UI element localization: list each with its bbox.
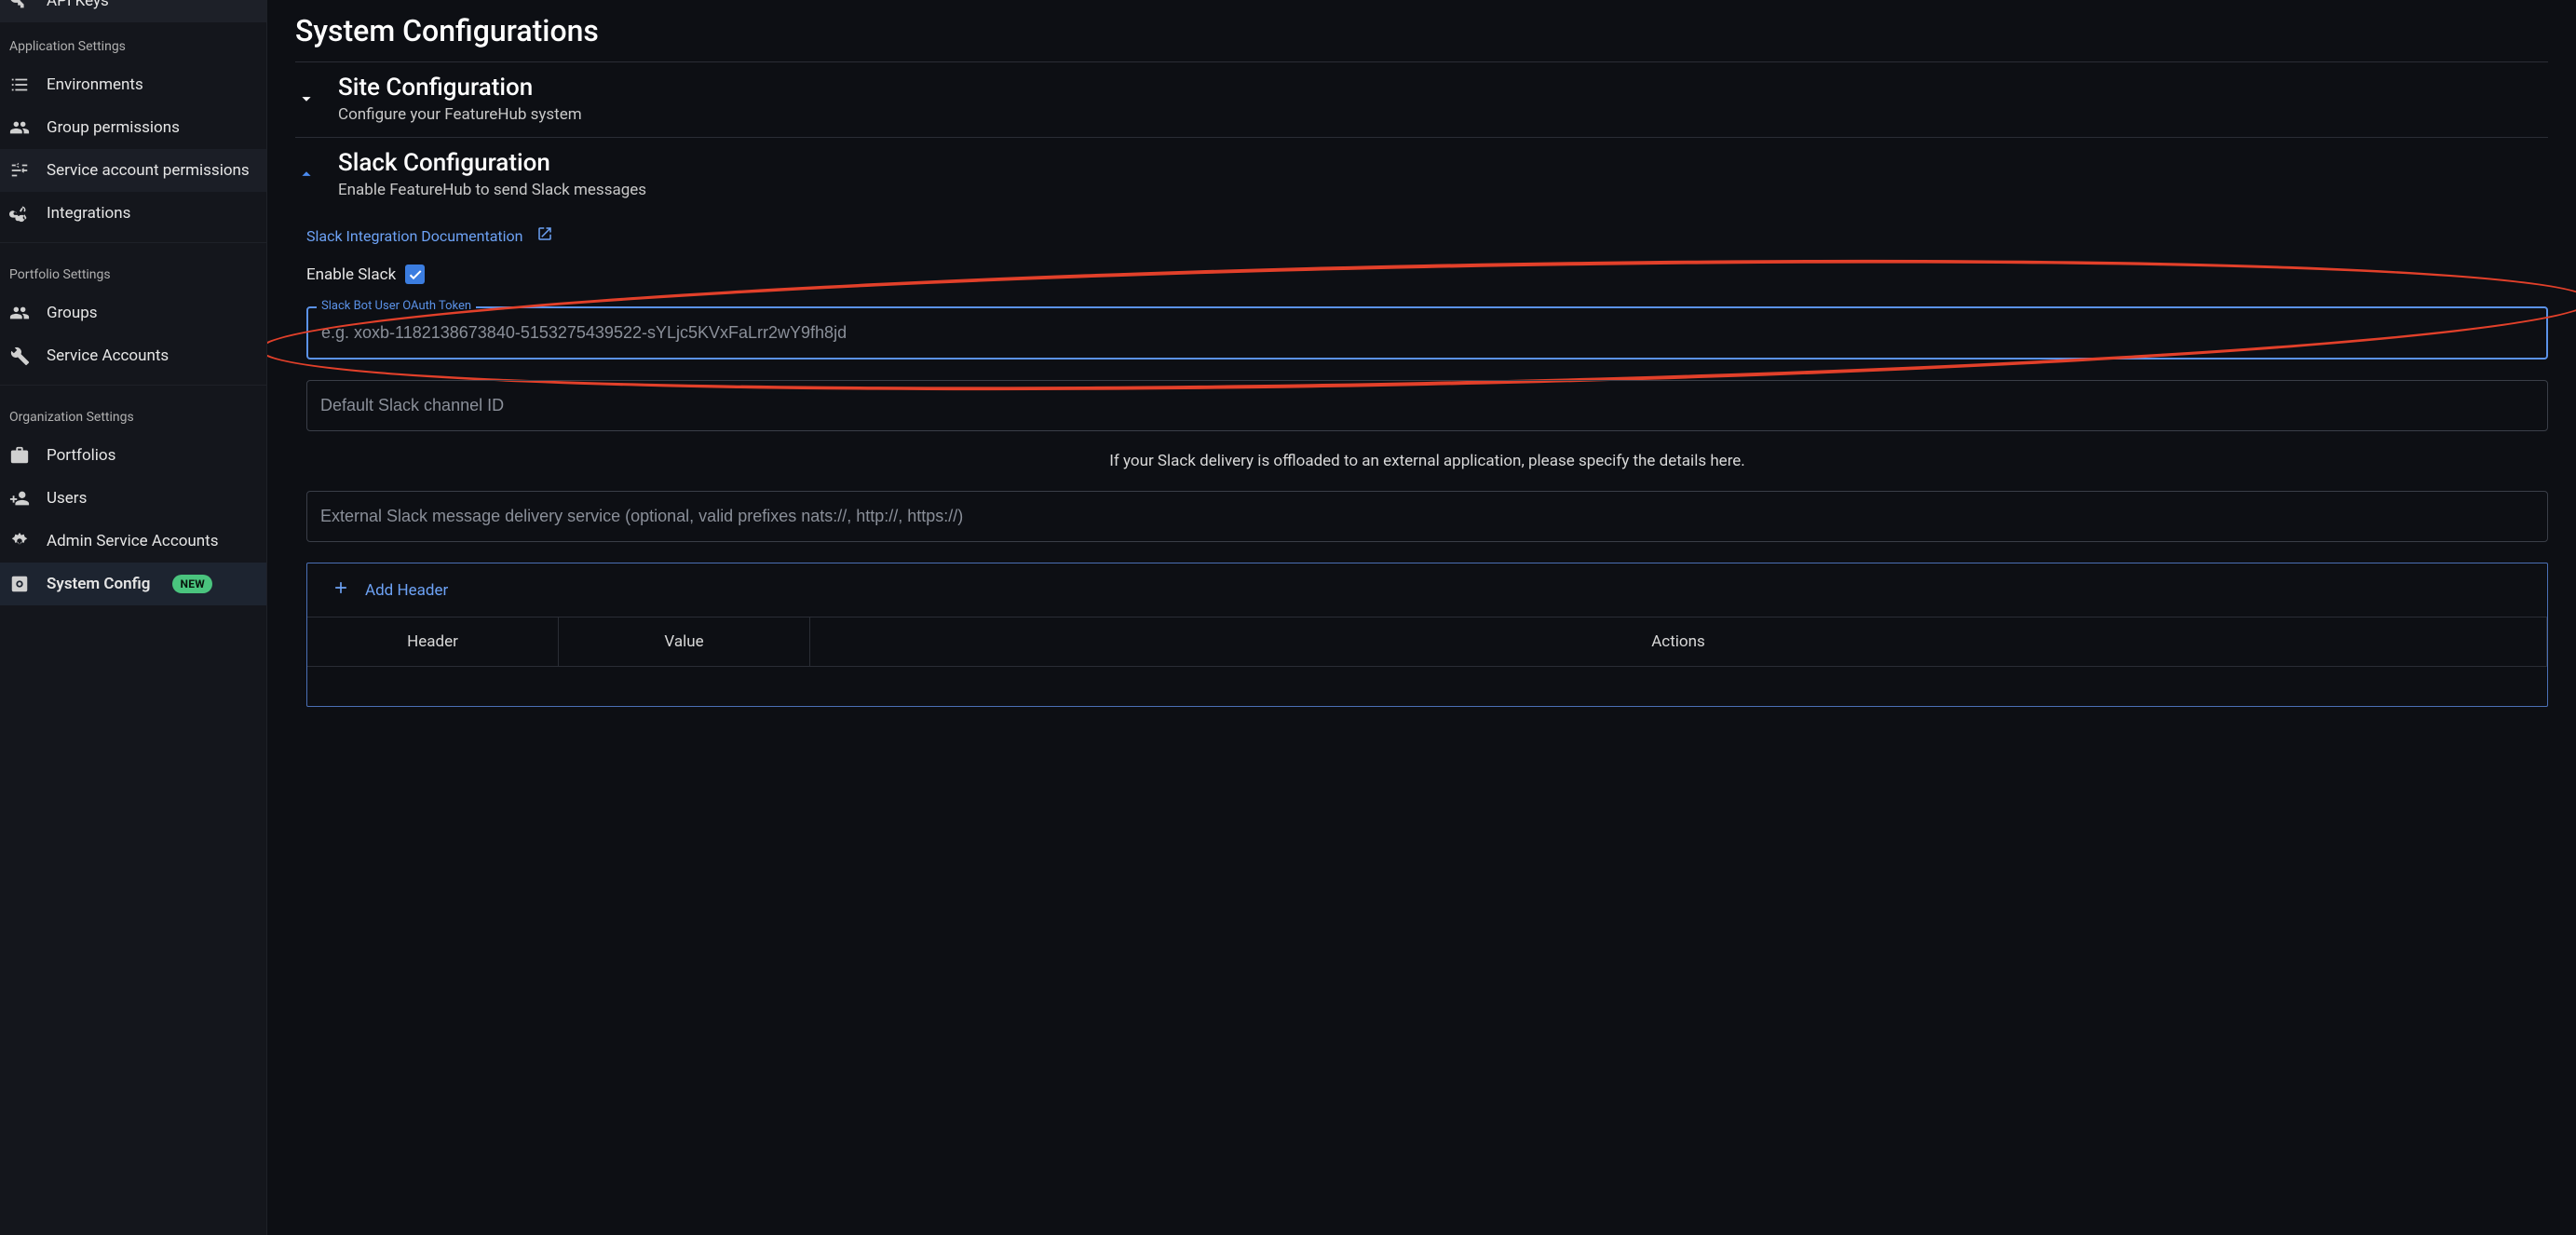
sidebar-section-app: Application Settings Environments Group … [0,22,266,243]
th-value: Value [559,618,810,667]
sidebar: API Keys Application Settings Environmen… [0,0,267,1235]
accordion-subtitle: Enable FeatureHub to send Slack messages [338,181,646,199]
add-header-button[interactable]: Add Header [307,563,2547,618]
key-icon [9,0,30,11]
slack-documentation-link[interactable]: Slack Integration Documentation [306,225,553,246]
channel-id-field [306,380,2548,431]
sidebar-item-api-keys[interactable]: API Keys [0,0,266,22]
sidebar-item-integrations[interactable]: Integrations [0,192,266,235]
offload-hint: If your Slack delivery is offloaded to a… [306,452,2548,470]
page-title: System Configurations [295,13,2548,48]
sidebar-item-label: Group permissions [47,118,180,137]
doc-link-label: Slack Integration Documentation [306,227,523,245]
accordion-header-site[interactable]: Site Configuration Configure your Featur… [295,62,2548,137]
oauth-token-field: Slack Bot User OAuth Token [306,306,2548,360]
headers-box: Add Header Header Value Actions [306,563,2548,707]
accordion-title-block: Site Configuration Configure your Featur… [338,74,582,124]
sidebar-section-title: Portfolio Settings [0,251,266,292]
sidebar-item-label: Users [47,489,87,508]
accordion-body: Slack Integration Documentation Enable S… [295,212,2548,718]
accordion-title: Site Configuration [338,74,582,102]
wrench-icon [9,346,30,366]
th-actions: Actions [810,618,2547,667]
tune-icon [9,160,30,181]
external-delivery-field [306,491,2548,542]
sidebar-item-groups[interactable]: Groups [0,292,266,334]
sidebar-section-title: Application Settings [0,22,266,63]
sidebar-item-label: Service account permissions [47,161,250,180]
briefcase-icon [9,445,30,466]
headers-table: Header Value Actions [307,618,2547,706]
enable-slack-checkbox[interactable] [405,265,425,284]
external-delivery-input[interactable] [306,491,2548,542]
main-content: System Configurations Site Configuration… [267,0,2576,1235]
enable-slack-row: Enable Slack [306,265,2548,284]
sidebar-item-label: System Config [47,575,150,593]
user-plus-icon [9,488,30,509]
accordion-slack-config: Slack Configuration Enable FeatureHub to… [295,137,2548,718]
channel-id-input[interactable] [306,380,2548,431]
oauth-token-label: Slack Bot User OAuth Token [317,299,476,313]
sidebar-item-admin-service-accounts[interactable]: Admin Service Accounts [0,520,266,563]
group-icon [9,117,30,138]
accordion-site-config: Site Configuration Configure your Featur… [295,61,2548,137]
chevron-up-icon [295,164,318,184]
oauth-token-input[interactable] [306,306,2548,360]
th-header: Header [307,618,559,667]
groups-icon [9,303,30,323]
sidebar-item-system-config[interactable]: System Config NEW [0,563,266,605]
sidebar-item-label: Service Accounts [47,346,169,365]
add-header-label: Add Header [365,581,448,600]
sidebar-item-label: Portfolios [47,446,115,465]
sidebar-item-users[interactable]: Users [0,477,266,520]
sidebar-item-environments[interactable]: Environments [0,63,266,106]
list-icon [9,75,30,95]
plus-icon [332,578,350,602]
sidebar-item-service-accounts[interactable]: Service Accounts [0,334,266,377]
new-badge: NEW [172,575,212,593]
sidebar-item-label: Admin Service Accounts [47,532,219,550]
sidebar-section-org: Organization Settings Portfolios Users A… [0,393,266,613]
enable-slack-label: Enable Slack [306,265,396,284]
chevron-down-icon [295,88,318,109]
sidebar-section-title: Organization Settings [0,393,266,434]
sidebar-item-label: Environments [47,75,143,94]
sidebar-item-portfolios[interactable]: Portfolios [0,434,266,477]
sidebar-item-service-account-permissions[interactable]: Service account permissions [0,149,266,192]
settings-applications-icon [9,574,30,594]
sidebar-item-group-permissions[interactable]: Group permissions [0,106,266,149]
sidebar-item-label: API Keys [47,0,109,10]
sidebar-section-portfolio: Portfolio Settings Groups Service Accoun… [0,251,266,386]
accordion-header-slack[interactable]: Slack Configuration Enable FeatureHub to… [295,138,2548,212]
webhook-icon [9,203,30,224]
hub-icon [9,531,30,551]
sidebar-item-label: Integrations [47,204,130,223]
sidebar-item-label: Groups [47,304,98,322]
accordion-subtitle: Configure your FeatureHub system [338,105,582,124]
accordion-title: Slack Configuration [338,149,646,177]
headers-table-body [307,667,2547,706]
open-in-new-icon [536,225,553,246]
accordion-title-block: Slack Configuration Enable FeatureHub to… [338,149,646,199]
